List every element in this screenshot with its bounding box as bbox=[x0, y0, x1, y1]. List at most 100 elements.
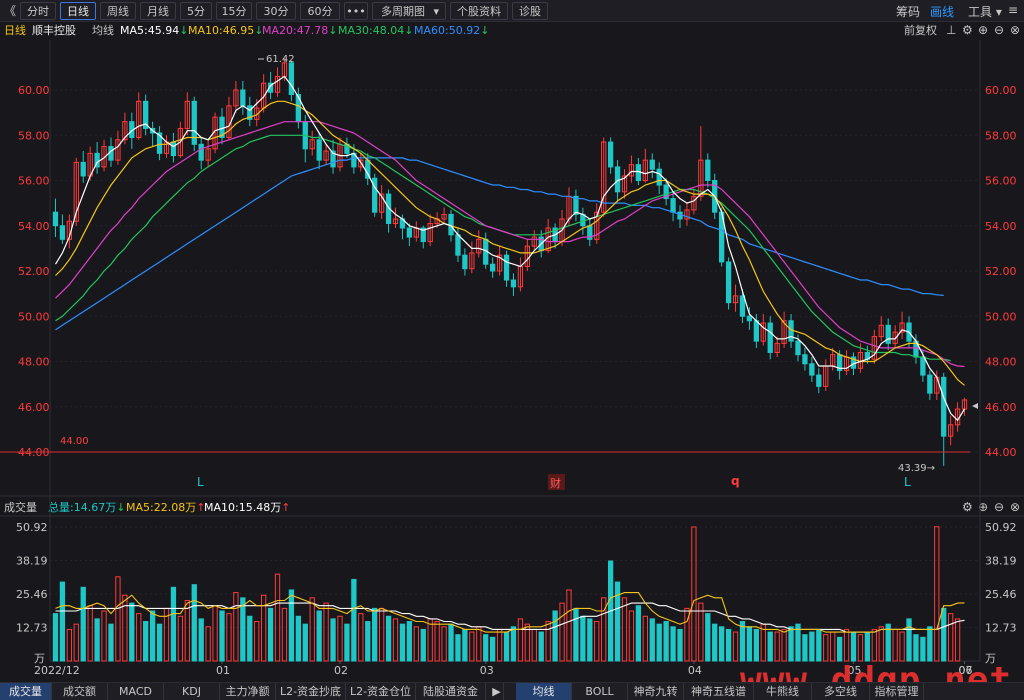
volume-tick-right: 25.46 bbox=[985, 588, 1017, 601]
marker-cai[interactable]: 财 bbox=[550, 476, 561, 490]
ma60-line bbox=[55, 157, 944, 331]
volume-bar bbox=[378, 607, 385, 662]
volume-bar bbox=[73, 623, 79, 662]
volume-bar bbox=[503, 631, 510, 662]
volume-bar bbox=[66, 628, 72, 662]
volume-bar bbox=[843, 628, 850, 662]
candle-body bbox=[649, 159, 655, 170]
volume-bar bbox=[462, 628, 468, 662]
volume-bar bbox=[399, 623, 406, 662]
volume-bar bbox=[836, 636, 843, 662]
volume-bar bbox=[753, 628, 759, 662]
price-tick-right: 48.00 bbox=[985, 356, 1017, 369]
volume-bar bbox=[538, 631, 544, 662]
volume-bar bbox=[184, 599, 190, 662]
candle-body bbox=[614, 166, 621, 193]
volume-bar bbox=[143, 621, 149, 662]
volume-bar bbox=[427, 618, 433, 662]
overlay-tab-4[interactable]: 牛熊线 bbox=[754, 683, 812, 700]
indicator-tab-0[interactable]: 成交量 bbox=[0, 683, 52, 700]
volume-bar bbox=[878, 626, 884, 662]
volume-bar bbox=[247, 615, 253, 662]
candle-body bbox=[788, 320, 794, 342]
volume-bar bbox=[857, 634, 864, 662]
volume-bar bbox=[385, 615, 392, 662]
candle-body bbox=[607, 141, 614, 168]
volume-bar bbox=[864, 631, 871, 662]
indicator-tab-3[interactable]: KDJ bbox=[164, 683, 220, 700]
volume-bar bbox=[129, 602, 135, 662]
indicator-tab-2[interactable]: MACD bbox=[108, 683, 164, 700]
candlestick-chart[interactable]: 60.00 58.00 56.00 54.00 52.00 50.00 48.00 46.00… bbox=[0, 0, 1024, 682]
tabs-scroll-right-icon[interactable]: ▶ bbox=[490, 683, 504, 700]
volume-bar bbox=[281, 607, 288, 662]
overlay-tab-3[interactable]: 神奇五线谱 bbox=[684, 683, 754, 700]
price-tick-right: 56.00 bbox=[985, 175, 1017, 188]
indicator-tab-4[interactable]: 主力净额 bbox=[220, 683, 276, 700]
marker-q[interactable]: q bbox=[731, 474, 740, 488]
volume-bar bbox=[781, 628, 787, 662]
candle-body bbox=[406, 227, 413, 238]
volume-bar bbox=[309, 597, 315, 662]
price-tick-right: 58.00 bbox=[985, 129, 1017, 142]
volume-bar bbox=[892, 628, 898, 662]
volume-bar bbox=[566, 589, 572, 662]
volume-bar bbox=[628, 610, 635, 662]
overlay-tab-1[interactable]: BOLL bbox=[572, 683, 628, 700]
volume-bar bbox=[149, 610, 156, 662]
volume-bar bbox=[413, 626, 419, 662]
volume-bar bbox=[122, 594, 128, 662]
candle-body bbox=[753, 320, 759, 342]
indicator-tab-1[interactable]: 成交额 bbox=[52, 683, 108, 700]
volume-bar bbox=[108, 623, 114, 662]
volume-bar bbox=[351, 578, 357, 662]
indicator-tab-6[interactable]: L2-资金仓位 bbox=[346, 683, 416, 700]
volume-bar bbox=[698, 602, 704, 662]
volume-bar bbox=[906, 618, 912, 662]
volume-bar bbox=[87, 605, 93, 662]
volume-bar bbox=[614, 581, 621, 662]
candle-body bbox=[920, 356, 926, 376]
candle-body bbox=[677, 211, 683, 220]
volume-bar bbox=[170, 586, 177, 662]
overlay-tab-0[interactable]: 均线 bbox=[516, 683, 572, 700]
date-tick: 01 bbox=[216, 664, 230, 677]
volume-bar bbox=[767, 631, 773, 662]
volume-bar bbox=[316, 610, 322, 662]
marker-l-1[interactable]: L bbox=[197, 475, 204, 489]
overlay-tab-2[interactable]: 神奇九转 bbox=[628, 683, 684, 700]
price-tick-left: 48.00 bbox=[18, 356, 50, 369]
candle-body bbox=[316, 139, 322, 161]
volume-tick-left: 50.92 bbox=[16, 521, 48, 534]
price-tick-left: 52.00 bbox=[18, 265, 50, 278]
price-tick-left: 54.00 bbox=[18, 220, 50, 233]
volume-tick-right: 12.73 bbox=[985, 622, 1017, 635]
indicator-tabs: 成交量 成交额 MACD KDJ 主力净额 L2-资金抄底 L2-资金仓位 陆股通资金 ▶ 均线 B… bbox=[0, 682, 1024, 700]
volume-bar bbox=[212, 605, 218, 662]
volume-bar bbox=[156, 623, 163, 662]
candle-body bbox=[462, 254, 468, 270]
candle-body bbox=[490, 263, 496, 272]
volume-bar bbox=[788, 626, 794, 662]
volume-bar bbox=[101, 610, 107, 662]
candle-body bbox=[746, 315, 753, 322]
price-tick-left: 56.00 bbox=[18, 175, 50, 188]
marker-l-2[interactable]: L bbox=[904, 475, 911, 489]
volume-bar bbox=[496, 628, 503, 662]
volume-bar bbox=[850, 631, 857, 662]
volume-bar bbox=[635, 605, 642, 662]
candle-body bbox=[725, 261, 732, 304]
price-tick-left: 50.00 bbox=[18, 310, 50, 323]
volume-bar bbox=[670, 626, 676, 662]
volume-bar bbox=[177, 615, 184, 662]
volume-bar bbox=[115, 576, 121, 662]
indicator-tab-5[interactable]: L2-资金抄底 bbox=[276, 683, 346, 700]
indicator-tab-7[interactable]: 陆股通资金 bbox=[416, 683, 486, 700]
volume-bar bbox=[816, 628, 822, 662]
overlay-tab-5[interactable]: 多空线 bbox=[812, 683, 870, 700]
volume-bar bbox=[677, 628, 683, 662]
volume-bar bbox=[941, 607, 947, 662]
candle-body bbox=[927, 374, 933, 394]
volume-bar bbox=[927, 626, 933, 662]
overlay-tab-6[interactable]: 指标管理 bbox=[870, 683, 924, 700]
